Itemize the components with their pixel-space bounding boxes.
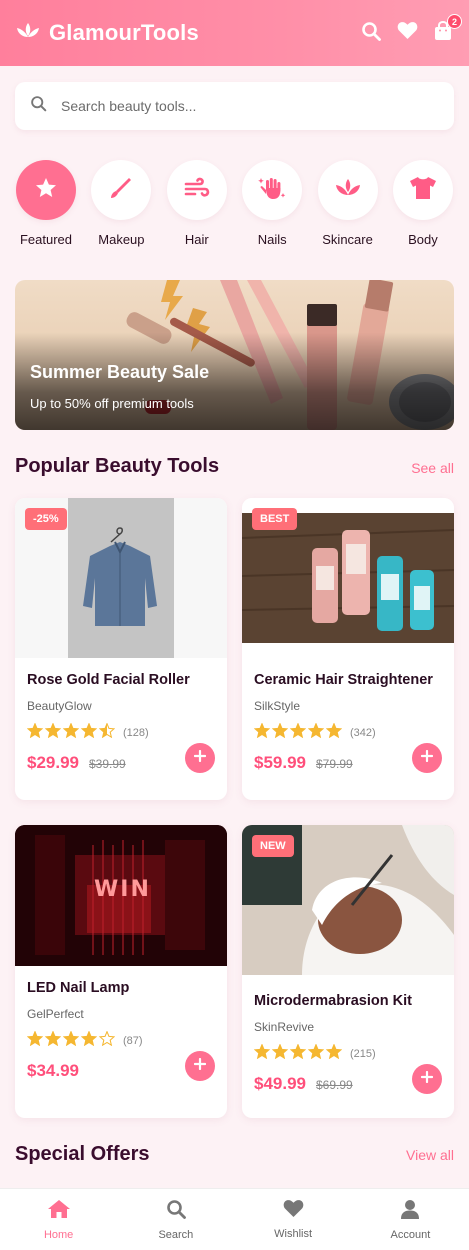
- user-icon: [400, 1199, 420, 1224]
- nav-home[interactable]: Home: [0, 1189, 117, 1250]
- header-wishlist-button[interactable]: [396, 22, 418, 44]
- product-brand: SkinRevive: [254, 1020, 315, 1034]
- app-header: GlamourTools 2: [0, 0, 469, 66]
- category-label: Body: [408, 232, 438, 247]
- review-count: (342): [350, 727, 376, 739]
- nav-wishlist[interactable]: Wishlist: [235, 1189, 352, 1250]
- nav-label: Wishlist: [274, 1228, 313, 1240]
- product-brand: BeautyGlow: [27, 699, 92, 713]
- search-input[interactable]: [61, 98, 421, 114]
- search-icon: [30, 95, 47, 117]
- original-price: $69.99: [316, 1078, 353, 1092]
- product-card[interactable]: WIN LED Nail Lamp GelPerfect (87) $34.99: [15, 825, 227, 1118]
- section-title-popular: Popular Beauty Tools: [15, 455, 220, 477]
- product-image: NEW: [242, 825, 454, 975]
- product-name: Microdermabrasion Kit: [254, 993, 412, 1009]
- makeup-brush-icon: [108, 175, 134, 206]
- header-search-button[interactable]: [360, 21, 382, 46]
- logo[interactable]: GlamourTools: [15, 20, 199, 46]
- banner-subtitle: Up to 50% off premium tools: [30, 396, 194, 411]
- category-skincare[interactable]: Skincare: [317, 160, 379, 247]
- product-rating: (342): [253, 722, 442, 743]
- nav-label: Home: [43, 1228, 74, 1241]
- plus-icon: [420, 1070, 434, 1088]
- category-label: Nails: [257, 232, 287, 247]
- plus-icon: [420, 749, 434, 767]
- add-to-cart-button[interactable]: [412, 743, 442, 773]
- star-icon: [34, 176, 58, 205]
- product-rating: (87): [26, 1030, 215, 1051]
- category-makeup[interactable]: Makeup: [90, 160, 152, 247]
- add-to-cart-button[interactable]: [185, 1051, 215, 1081]
- product-name: LED Nail Lamp: [27, 980, 130, 996]
- spa-icon: [334, 177, 362, 204]
- promo-banner[interactable]: Summer Beauty Sale Up to 50% off premium…: [15, 280, 454, 430]
- stars-icon: [253, 1043, 344, 1064]
- search-icon: [166, 1199, 186, 1224]
- plus-icon: [193, 1057, 207, 1075]
- stars-icon: [26, 1030, 117, 1051]
- product-card[interactable]: -25% Rose Gold Facial Roller BeautyGlow …: [15, 498, 227, 800]
- product-image: -25%: [15, 498, 227, 658]
- review-count: (87): [123, 1035, 143, 1047]
- category-label: Makeup: [98, 232, 145, 247]
- add-to-cart-button[interactable]: [412, 1064, 442, 1094]
- product-rating: (215): [253, 1043, 442, 1064]
- product-rating: (128): [26, 722, 215, 743]
- heart-icon: [283, 1199, 304, 1223]
- original-price: $39.99: [89, 757, 126, 771]
- wind-icon: [183, 176, 211, 205]
- product-card[interactable]: BEST Ceramic Hair Straightener SilkStyle…: [242, 498, 454, 800]
- nav-search[interactable]: Search: [117, 1189, 234, 1250]
- neon-sign-text: WIN: [94, 877, 151, 902]
- lotus-logo-icon: [15, 21, 41, 46]
- best-seller-tag: BEST: [252, 508, 298, 530]
- product-brand: GelPerfect: [27, 1007, 84, 1021]
- banner-title: Summer Beauty Sale: [30, 362, 210, 382]
- app-name: GlamourTools: [49, 20, 199, 45]
- home-icon: [47, 1199, 71, 1224]
- category-label: Featured: [19, 232, 73, 247]
- product-price: $49.99: [254, 1074, 306, 1093]
- product-name: Ceramic Hair Straightener: [254, 672, 433, 688]
- product-card[interactable]: NEW Microdermabrasion Kit SkinRevive (21…: [242, 825, 454, 1118]
- view-all-link[interactable]: View all: [406, 1147, 454, 1163]
- product-name: Rose Gold Facial Roller: [27, 672, 190, 688]
- product-price: $34.99: [27, 1061, 79, 1080]
- stars-icon: [26, 722, 117, 743]
- product-image: BEST: [242, 498, 454, 658]
- search-bar: [15, 82, 454, 130]
- search-icon: [361, 21, 381, 46]
- plus-icon: [193, 749, 207, 767]
- discount-tag: -25%: [25, 508, 67, 530]
- nav-label: Account: [390, 1228, 431, 1241]
- shirt-icon: [408, 175, 438, 206]
- nav-label: Search: [158, 1228, 194, 1241]
- category-list: Featured Makeup Hair Nails Skincare Body: [15, 160, 454, 247]
- category-nails[interactable]: Nails: [241, 160, 303, 247]
- product-price: $29.99: [27, 753, 79, 772]
- cart-count-badge: 2: [447, 14, 462, 29]
- review-count: (128): [123, 727, 149, 739]
- new-tag: NEW: [252, 835, 294, 857]
- original-price: $79.99: [316, 757, 353, 771]
- see-all-link[interactable]: See all: [411, 460, 454, 476]
- header-cart-button[interactable]: 2: [432, 14, 462, 44]
- heart-icon: [397, 21, 418, 45]
- hand-sparkles-icon: [257, 174, 287, 207]
- product-brand: SilkStyle: [254, 699, 301, 713]
- category-label: Hair: [184, 232, 209, 247]
- category-featured[interactable]: Featured: [15, 160, 77, 247]
- nav-account[interactable]: Account: [352, 1189, 469, 1250]
- product-image: WIN: [15, 825, 227, 966]
- bottom-navigation: Home Search Wishlist Account: [0, 1188, 469, 1250]
- category-hair[interactable]: Hair: [166, 160, 228, 247]
- review-count: (215): [350, 1048, 376, 1060]
- category-label: Skincare: [322, 232, 373, 247]
- section-title-special-offers: Special Offers: [15, 1143, 150, 1165]
- stars-icon: [253, 722, 344, 743]
- add-to-cart-button[interactable]: [185, 743, 215, 773]
- category-body[interactable]: Body: [392, 160, 454, 247]
- product-price: $59.99: [254, 753, 306, 772]
